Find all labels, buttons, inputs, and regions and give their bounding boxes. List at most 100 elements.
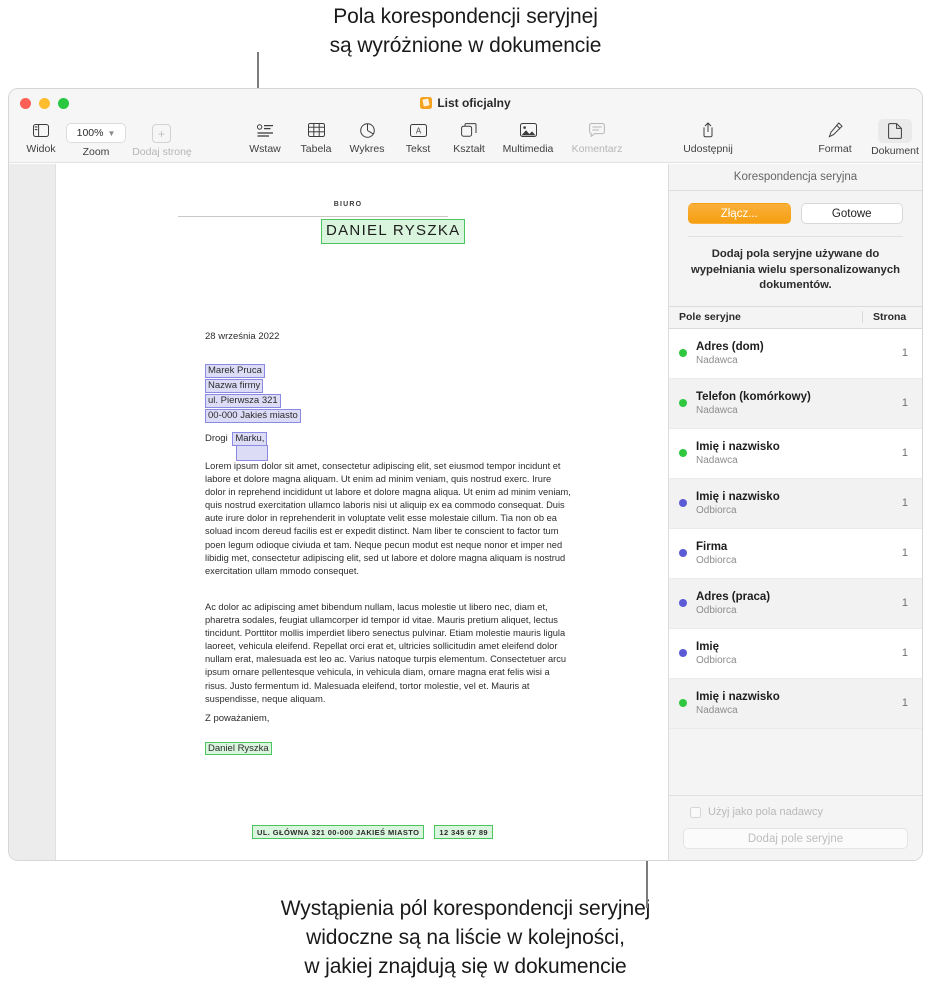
merge-field-sender-name[interactable]: DANIEL RYSZKA: [321, 219, 466, 244]
merge-field-list[interactable]: Adres (dom) Nadawca 1 Telefon (komórkowy) Na…: [669, 328, 922, 729]
document-canvas[interactable]: BIURO DANIEL RYSZKA 28 września 2022 Mar…: [56, 164, 668, 860]
field-color-dot-icon: [679, 449, 687, 457]
top-annotation-caption: Pola korespondencji seryjnej są wyróżnio…: [329, 5, 602, 57]
inspector-footer: Użyj jako pola nadawcy Dodaj pole seryjn…: [669, 795, 922, 860]
letter-paragraph-1: Lorem ipsum dolor sit amet, consectetur …: [205, 461, 571, 576]
toolbar-format-label: Format: [818, 143, 852, 155]
field-color-dot-icon: [679, 399, 687, 407]
chevron-down-icon: ▼: [107, 128, 116, 138]
pages-document-icon: [420, 96, 433, 109]
field-text-group: Imię Odbiorca: [696, 640, 884, 667]
field-page-number: 1: [901, 547, 908, 559]
letter-date: 28 września 2022: [205, 331, 280, 342]
toolbar-insert-label: Wstaw: [249, 143, 281, 155]
document-page[interactable]: BIURO DANIEL RYSZKA 28 września 2022 Mar…: [56, 164, 668, 860]
thumbnail-rail[interactable]: [9, 164, 56, 860]
merge-field-recipient-city[interactable]: 00-000 Jakieś miasto: [205, 409, 301, 423]
merge-field-row[interactable]: Imię Odbiorca 1: [669, 629, 922, 679]
field-role: Odbiorca: [696, 504, 737, 516]
toolbar-media-button[interactable]: Multimedia: [496, 119, 560, 155]
toolbar-shape-button[interactable]: Kształt: [437, 119, 501, 155]
field-list-header: Pole seryjne Strona: [669, 305, 922, 329]
merge-field-row[interactable]: Imię i nazwisko Nadawca 1: [669, 678, 922, 729]
recipient-address-block: Marek Pruca Nazwa firmy ul. Pierwsza 321…: [205, 364, 301, 424]
window-title: List oficjalny: [9, 96, 922, 110]
toolbar-comment-button[interactable]: Komentarz: [565, 119, 629, 155]
field-page-number: 1: [901, 397, 908, 409]
toolbar-document-label: Dokument: [871, 145, 919, 157]
toolbar-chart-label: Wykres: [349, 143, 385, 155]
text-box-icon: A: [409, 119, 427, 141]
merge-field-row[interactable]: Imię i nazwisko Nadawca 1: [669, 429, 922, 479]
insert-icon: [256, 119, 274, 141]
merge-field-sender-address[interactable]: UL. GŁÓWNA 321 00-000 JAKIEŚ MIASTO: [252, 825, 425, 839]
column-header-field: Pole seryjne: [679, 311, 741, 323]
toolbar-comment-label: Komentarz: [571, 143, 623, 155]
merge-field-recipient-street[interactable]: ul. Pierwsza 321: [205, 394, 281, 408]
merge-field-recipient-name[interactable]: Marek Pruca: [205, 364, 265, 378]
greeting-prefix: Drogi: [205, 433, 231, 444]
media-icon: [519, 119, 537, 141]
toolbar-table-label: Tabela: [300, 143, 332, 155]
window-titlebar: List oficjalny: [9, 89, 922, 116]
field-text-group: Imię i nazwisko Nadawca: [696, 440, 884, 467]
letter-closing: Z poważaniem,: [205, 713, 270, 724]
toolbar-media-label: Multimedia: [502, 143, 554, 155]
field-color-dot-icon: [679, 699, 687, 707]
field-name: Imię i nazwisko: [696, 440, 780, 453]
letterhead-rule: [178, 216, 448, 217]
field-page-number: 1: [901, 497, 908, 509]
use-as-sender-field-label: Użyj jako pola nadawcy: [708, 806, 823, 818]
merge-field-row[interactable]: Adres (dom) Nadawca 1: [669, 329, 922, 379]
toolbar-document-button[interactable]: Dokument: [863, 119, 922, 157]
field-page-number: 1: [901, 597, 908, 609]
toolbar-format-button[interactable]: Format: [803, 119, 867, 155]
toolbar-add-page-label: Dodaj stronę: [132, 146, 192, 158]
merge-field-recipient-company[interactable]: Nazwa firmy: [205, 379, 264, 393]
merge-button[interactable]: Złącz...: [688, 203, 791, 224]
merge-field-sender-phone[interactable]: 12 345 67 89: [434, 825, 493, 839]
merge-field-row[interactable]: Adres (praca) Odbiorca 1: [669, 578, 922, 629]
toolbar-view-button[interactable]: Widok: [9, 119, 73, 155]
field-name: Imię: [696, 640, 720, 653]
add-merge-field-button[interactable]: Dodaj pole seryjne: [683, 828, 908, 849]
field-text-group: Imię i nazwisko Nadawca: [696, 690, 884, 717]
share-icon: [701, 119, 715, 141]
window-body: BIURO DANIEL RYSZKA 28 września 2022 Mar…: [9, 164, 922, 860]
merge-field-recipient-firstname[interactable]: Marku,: [232, 432, 268, 446]
merge-field-row[interactable]: Firma Odbiorca 1: [669, 529, 922, 579]
toolbar-share-button[interactable]: Udostępnij: [668, 119, 748, 155]
add-page-button[interactable]: +: [152, 124, 171, 143]
document-icon: [878, 119, 912, 143]
letterhead-kicker: BIURO: [333, 201, 363, 208]
column-header-page: Strona: [862, 311, 922, 323]
inspector-description: Dodaj pola seryjne używane do wypełniani…: [690, 248, 901, 291]
field-role: Nadawca: [696, 454, 738, 466]
merge-field-row[interactable]: Imię i nazwisko Odbiorca 1: [669, 478, 922, 529]
zoom-select[interactable]: 100% ▼: [66, 123, 126, 143]
sidebar-icon: [33, 119, 49, 141]
field-text-group: Imię i nazwisko Odbiorca: [696, 490, 884, 517]
field-page-number: 1: [901, 447, 908, 459]
window-title-text: List oficjalny: [437, 95, 511, 110]
use-as-sender-field-checkbox-row[interactable]: Użyj jako pola nadawcy: [683, 806, 908, 818]
merge-field-recipient-firstname-placeholder[interactable]: [236, 445, 268, 461]
field-name: Imię i nazwisko: [696, 490, 780, 503]
merge-field-row[interactable]: Telefon (komórkowy) Nadawca 1: [669, 378, 922, 429]
field-text-group: Adres (dom) Nadawca: [696, 340, 884, 367]
merge-field-signature[interactable]: Daniel Ryszka: [205, 742, 272, 755]
field-color-dot-icon: [679, 499, 687, 507]
letter-greeting: Drogi Marku,: [205, 432, 268, 446]
inspector-actions: Złącz... Gotowe: [669, 191, 922, 224]
toolbar-text-label: Tekst: [405, 143, 431, 155]
field-name: Firma: [696, 540, 728, 553]
field-page-number: 1: [901, 347, 908, 359]
bottom-annotation-caption: Wystąpienia pól korespondencji seryjnej …: [280, 897, 651, 978]
format-brush-icon: [827, 119, 843, 141]
done-button[interactable]: Gotowe: [800, 203, 903, 224]
letter-paragraph-2: Ac dolor ac adipiscing amet bibendum nul…: [205, 602, 567, 704]
comment-icon: [589, 119, 605, 141]
checkbox-icon[interactable]: [690, 806, 701, 818]
app-toolbar: Widok 100% ▼ Zoom + Dodaj stronę Wstaw T…: [9, 116, 922, 163]
field-text-group: Adres (praca) Odbiorca: [696, 590, 884, 617]
